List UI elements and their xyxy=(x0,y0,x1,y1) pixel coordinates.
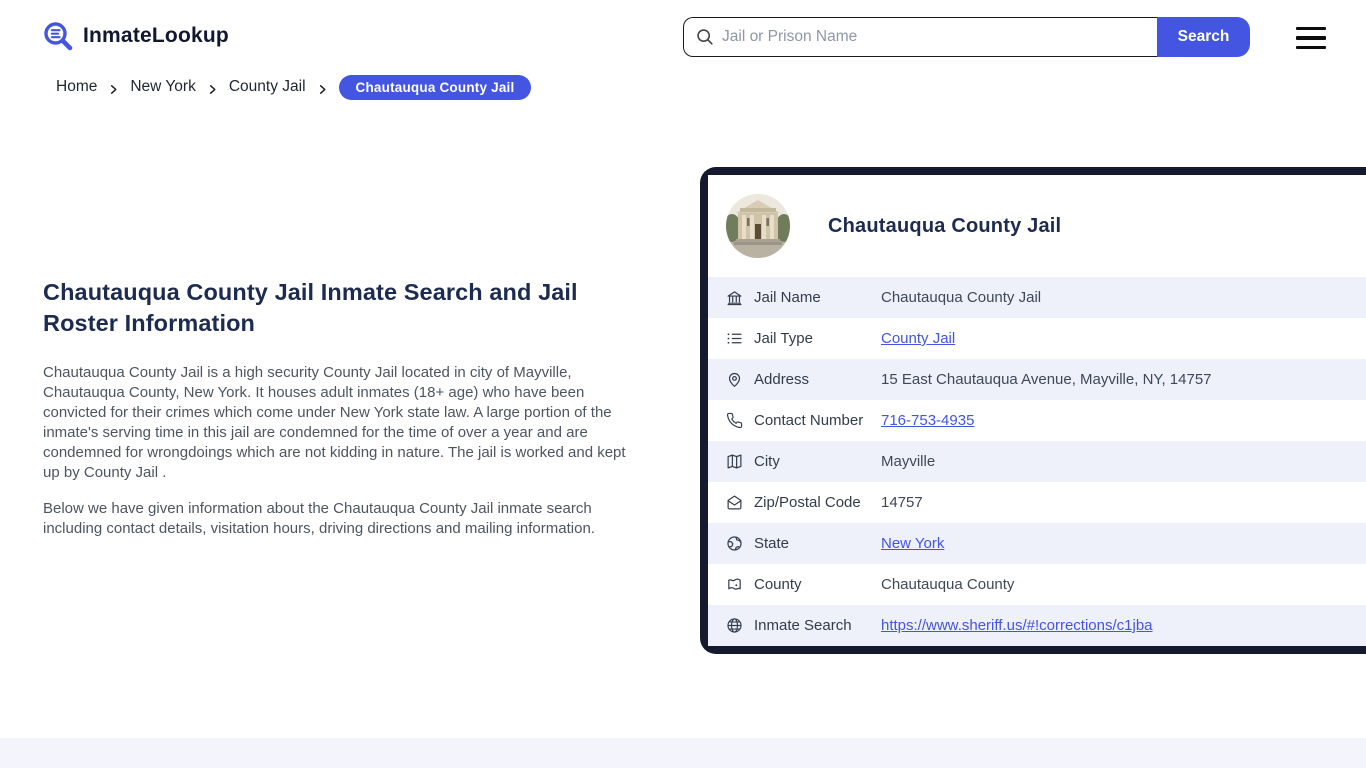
phone-icon xyxy=(726,412,743,429)
row-label: Address xyxy=(754,371,810,388)
flag-icon xyxy=(726,576,743,593)
landmark-icon xyxy=(727,291,742,306)
map-pin-icon xyxy=(726,371,743,388)
jail-row-contact-number: Contact Number 716-753-4935 xyxy=(708,400,1366,441)
chevron-right-icon xyxy=(207,82,218,94)
jail-details-table: Jail Name Chautauqua County Jail Jail Ty… xyxy=(708,277,1366,646)
row-label: Zip/Postal Code xyxy=(754,494,861,511)
details-paragraph: Below we have given information about th… xyxy=(43,500,595,537)
jail-row-county: County Chautauqua County xyxy=(708,564,1366,605)
jail-row-address: Address 15 East Chautauqua Avenue, Mayvi… xyxy=(708,359,1366,400)
courthouse-image xyxy=(726,194,790,258)
jail-row-jail-type: Jail Type County Jail xyxy=(708,318,1366,359)
row-label: Inmate Search xyxy=(754,617,852,634)
intro-paragraph: Chautauqua County Jail is a high securit… xyxy=(43,364,626,481)
chevron-right-icon xyxy=(317,82,328,94)
menu-bar xyxy=(1296,36,1326,40)
row-value[interactable]: 716-753-4935 xyxy=(881,412,974,429)
jail-row-inmate-search: Inmate Search https://www.sheriff.us/#!c… xyxy=(708,605,1366,646)
breadcrumb-current-badge: Chautauqua County Jail xyxy=(338,74,532,100)
breadcrumb: Home New York County Jail Chautauqua County… xyxy=(56,74,532,100)
web-icon xyxy=(726,617,743,634)
breadcrumb-link-county-jail[interactable]: County Jail xyxy=(229,78,306,96)
jail-row-state: State New York xyxy=(708,523,1366,564)
jail-row-city: City Mayville xyxy=(708,441,1366,482)
menu-icon[interactable] xyxy=(1296,27,1326,49)
row-label: State xyxy=(754,535,790,552)
row-label: Jail Type xyxy=(754,330,813,347)
map-icon xyxy=(726,453,743,470)
breadcrumb-link-new-york[interactable]: New York xyxy=(130,78,195,96)
row-value: Mayville xyxy=(881,453,936,470)
page-title: Chautauqua County Jail Inmate Search and… xyxy=(43,279,578,336)
row-value: Chautauqua County xyxy=(881,576,1015,593)
jail-card-header: Chautauqua County Jail xyxy=(708,175,1366,277)
jail-row-jail-name: Jail Name Chautauqua County Jail xyxy=(708,277,1366,318)
landmark-icon xyxy=(726,289,743,306)
search-field[interactable] xyxy=(683,17,1157,57)
magnifier-list-icon xyxy=(44,22,73,51)
chevron-right-icon xyxy=(209,84,216,94)
row-value[interactable]: County Jail xyxy=(881,330,955,347)
row-value: Chautauqua County Jail xyxy=(881,289,1042,306)
row-value[interactable]: New York xyxy=(881,535,944,552)
search-bar: Search xyxy=(683,17,1250,57)
row-label: Contact Number xyxy=(754,412,864,429)
article: Chautauqua County Jail Inmate Search and… xyxy=(43,277,631,555)
phone-icon xyxy=(726,412,743,429)
globe-icon xyxy=(727,536,742,551)
list-icon xyxy=(727,333,742,344)
brand-name: InmateLookup xyxy=(83,24,229,47)
list-icon xyxy=(726,330,743,347)
map-pin-icon xyxy=(728,372,741,387)
globe-icon xyxy=(726,535,743,552)
footer-strip xyxy=(0,738,1366,768)
search-button[interactable]: Search xyxy=(1157,17,1250,57)
mail-icon xyxy=(726,494,743,511)
brand-logo[interactable]: InmateLookup xyxy=(42,20,229,52)
chevron-right-icon xyxy=(108,82,119,94)
chevron-right-icon xyxy=(319,84,326,94)
jail-row-zip-postal-code: Zip/Postal Code 14757 xyxy=(708,482,1366,523)
breadcrumb-link-home[interactable]: Home xyxy=(56,78,97,96)
menu-bar xyxy=(1296,45,1326,49)
web-icon xyxy=(727,618,742,633)
row-label: City xyxy=(754,453,780,470)
search-icon xyxy=(697,29,713,45)
menu-bar xyxy=(1296,27,1326,31)
chevron-right-icon xyxy=(111,84,117,94)
row-label: County xyxy=(754,576,802,593)
jail-photo-avatar xyxy=(726,194,790,258)
jail-card-title: Chautauqua County Jail xyxy=(828,214,1062,237)
row-value: 15 East Chautauqua Avenue, Mayville, NY,… xyxy=(881,371,1212,388)
flag-icon xyxy=(728,578,741,590)
jail-info-card: Chautauqua County Jail Jail Name Chautau… xyxy=(700,167,1366,654)
search-input[interactable] xyxy=(722,28,1145,46)
row-value[interactable]: https://www.sheriff.us/#!corrections/c1j… xyxy=(881,617,1153,634)
mail-icon xyxy=(727,495,742,510)
row-label: Jail Name xyxy=(754,289,821,306)
row-value: 14757 xyxy=(881,494,923,511)
map-icon xyxy=(727,454,742,469)
